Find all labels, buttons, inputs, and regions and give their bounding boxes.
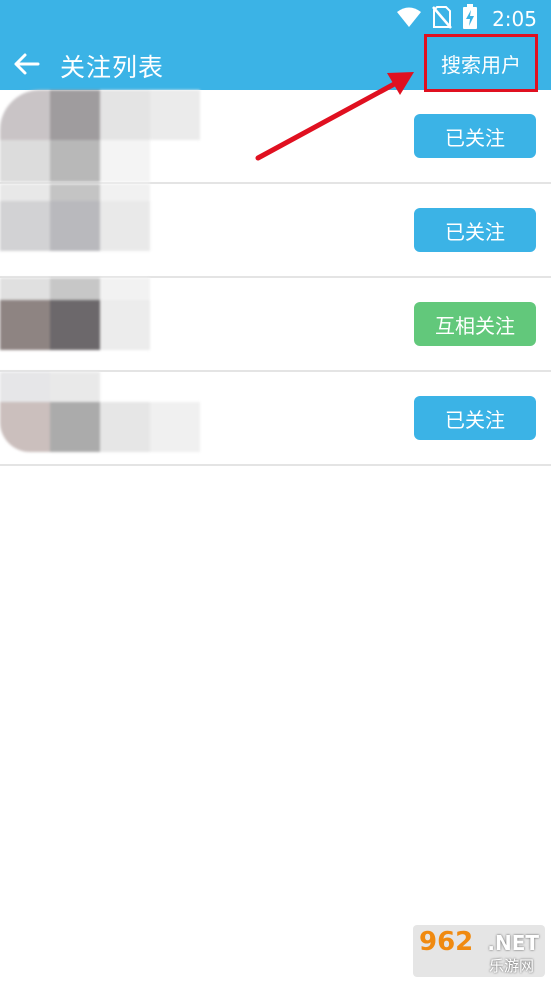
watermark-text: 乐游网: [489, 957, 535, 975]
blurred-avatar: [0, 372, 230, 464]
followed-button[interactable]: 已关注: [414, 114, 536, 158]
list-item[interactable]: 已关注: [0, 372, 551, 466]
page-title: 关注列表: [60, 53, 165, 82]
battery-charging-icon: [462, 4, 478, 34]
back-button[interactable]: [8, 46, 44, 82]
blurred-avatar: [0, 90, 230, 182]
watermark-logo: 962 .NET 乐游网: [413, 925, 545, 977]
list-item[interactable]: 已关注: [0, 90, 551, 184]
followed-button[interactable]: 已关注: [414, 396, 536, 440]
watermark-brand: 962: [419, 927, 474, 957]
wifi-icon: [396, 6, 422, 32]
followed-button[interactable]: 已关注: [414, 208, 536, 252]
list-item[interactable]: 已关注: [0, 184, 551, 278]
status-time: 2:05: [492, 7, 537, 31]
watermark-suffix: .NET: [487, 931, 539, 955]
arrow-left-icon: [14, 53, 40, 75]
status-icons: 2:05: [396, 4, 537, 34]
status-bar: 2:05: [0, 0, 551, 38]
list-item[interactable]: 互相关注: [0, 278, 551, 372]
search-users-button[interactable]: 搜索用户: [424, 34, 538, 92]
follow-list: 已关注 已关注 互相关注 已关注: [0, 90, 551, 466]
no-sim-icon: [432, 5, 453, 33]
blurred-avatar: [0, 278, 230, 370]
blurred-avatar: [0, 184, 230, 276]
mutual-follow-button[interactable]: 互相关注: [414, 302, 536, 346]
